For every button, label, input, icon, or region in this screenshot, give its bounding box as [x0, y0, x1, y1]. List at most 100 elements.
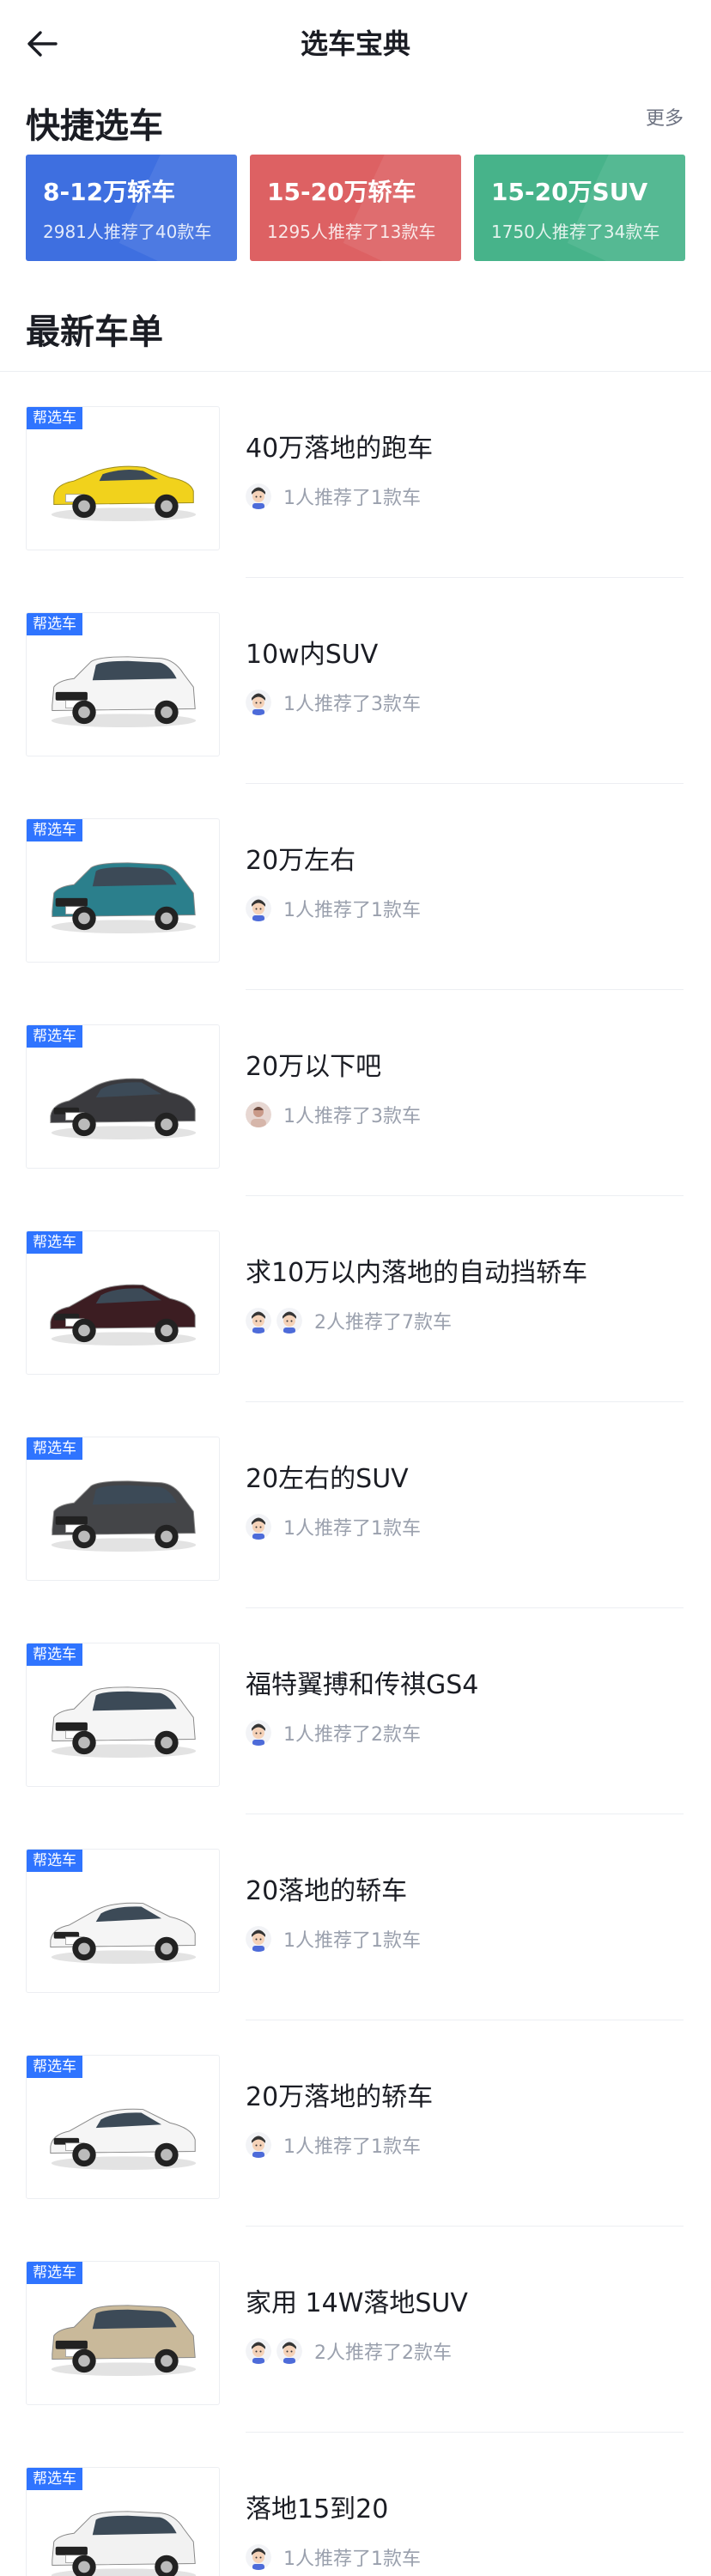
recommend-meta: 1人推荐了3款车 — [246, 1102, 421, 1127]
car-list-item[interactable]: 帮选车 20落地的轿车 1人推荐了1款车 — [0, 1814, 711, 2020]
recommend-meta: 1人推荐了3款车 — [246, 690, 421, 715]
user-avatar — [246, 1720, 271, 1746]
car-list-item[interactable]: 帮选车 10w内SUV 1人推荐了3款车 — [0, 578, 711, 784]
car-list-item[interactable]: 帮选车 求10万以内落地的自动挡轿车 2人推荐了7款车 — [0, 1196, 711, 1402]
recommend-meta: 2人推荐了2款车 — [246, 2338, 452, 2364]
recommend-count: 2人推荐了2款车 — [314, 2342, 452, 2364]
avatar-group — [246, 690, 276, 715]
recommend-meta: 1人推荐了1款车 — [246, 896, 421, 921]
quick-card-subtitle: 2981人推荐了40款车 — [43, 222, 212, 242]
recommend-meta: 1人推荐了1款车 — [246, 1514, 421, 1540]
recommend-count: 1人推荐了1款车 — [283, 1930, 421, 1952]
quick-select-title: 快捷选车 — [26, 106, 163, 146]
quick-card-title: 15-20万SUV — [491, 178, 648, 206]
help-pick-tag: 帮选车 — [27, 2262, 82, 2284]
car-image — [44, 436, 204, 531]
recommend-count: 2人推荐了7款车 — [314, 1312, 452, 1334]
car-list-title: 10w内SUV — [246, 640, 379, 670]
avatar-group — [246, 1926, 276, 1952]
car-list-title: 落地15到20 — [246, 2494, 389, 2524]
avatar-group — [246, 2132, 276, 2158]
recommend-meta: 1人推荐了1款车 — [246, 2544, 421, 2570]
car-image — [44, 2085, 204, 2179]
car-image — [44, 1673, 204, 1767]
car-thumbnail: 帮选车 — [26, 1230, 220, 1375]
recommend-count: 1人推荐了3款车 — [283, 694, 421, 715]
car-list-title: 20万以下吧 — [246, 1052, 382, 1082]
user-avatar — [246, 2132, 271, 2158]
recommend-meta: 1人推荐了1款车 — [246, 483, 421, 509]
car-thumbnail: 帮选车 — [26, 612, 220, 756]
help-pick-tag: 帮选车 — [27, 407, 82, 429]
avatar-group — [246, 1514, 276, 1540]
user-avatar — [246, 1514, 271, 1540]
more-link[interactable]: 更多 — [646, 103, 684, 131]
recommend-meta: 1人推荐了2款车 — [246, 1720, 421, 1746]
recommend-meta: 1人推荐了1款车 — [246, 2132, 421, 2158]
car-image — [44, 1467, 204, 1561]
avatar-group — [246, 1308, 307, 1334]
help-pick-tag: 帮选车 — [27, 1643, 82, 1666]
car-list: 帮选车 40万落地的跑车 1人推荐了1款车 帮选车 10w内SUV 1人推荐了3款车 帮选车… — [0, 372, 711, 2576]
car-list-title: 福特翼搏和传祺GS4 — [246, 1670, 479, 1700]
car-thumbnail: 帮选车 — [26, 1849, 220, 1993]
quick-cards: 8-12万轿车 2981人推荐了40款车 15-20万轿车 1295人推荐了13款车 1… — [26, 155, 685, 261]
quick-card[interactable]: 8-12万轿车 2981人推荐了40款车 — [26, 155, 237, 261]
car-list-item[interactable]: 帮选车家用 14W落地SUV 2人推荐了2款车 — [0, 2227, 711, 2433]
car-thumbnail: 帮选车 — [26, 2467, 220, 2576]
quick-card-title: 8-12万轿车 — [43, 178, 176, 206]
user-avatar — [246, 2338, 271, 2364]
latest-list-title: 最新车单 — [26, 313, 163, 352]
car-list-item[interactable]: 帮选车福特翼搏和传祺GS4 1人推荐了2款车 — [0, 1608, 711, 1814]
user-avatar — [246, 896, 271, 921]
recommend-count: 1人推荐了1款车 — [283, 2136, 421, 2158]
avatar-group — [246, 896, 276, 921]
car-list-item[interactable]: 帮选车 20万落地的轿车 1人推荐了1款车 — [0, 2020, 711, 2227]
car-list-title: 求10万以内落地的自动挡轿车 — [246, 1258, 588, 1288]
car-thumbnail: 帮选车 — [26, 406, 220, 550]
help-pick-tag: 帮选车 — [27, 2056, 82, 2078]
quick-card[interactable]: 15-20万轿车 1295人推荐了13款车 — [250, 155, 461, 261]
recommend-count: 1人推荐了1款车 — [283, 2549, 421, 2570]
car-thumbnail: 帮选车 — [26, 2261, 220, 2405]
car-image — [44, 2497, 204, 2576]
recommend-meta: 2人推荐了7款车 — [246, 1308, 452, 1334]
car-image — [44, 1054, 204, 1149]
car-list-title: 20万落地的轿车 — [246, 2082, 434, 2112]
car-thumbnail: 帮选车 — [26, 1643, 220, 1787]
car-list-title: 20左右的SUV — [246, 1464, 409, 1494]
user-avatar — [246, 690, 271, 715]
car-list-title: 家用 14W落地SUV — [246, 2288, 468, 2318]
user-avatar — [246, 2544, 271, 2570]
car-list-item[interactable]: 帮选车 20万左右 1人推荐了1款车 — [0, 784, 711, 990]
car-image — [44, 1879, 204, 1973]
car-image — [44, 848, 204, 943]
recommend-count: 1人推荐了2款车 — [283, 1724, 421, 1746]
quick-card[interactable]: 15-20万SUV 1750人推荐了34款车 — [474, 155, 685, 261]
avatar-group — [246, 1102, 276, 1127]
user-avatar — [276, 1308, 302, 1334]
user-avatar — [246, 1102, 271, 1127]
car-thumbnail: 帮选车 — [26, 1437, 220, 1581]
car-list-item[interactable]: 帮选车落地15到20 1人推荐了1款车 — [0, 2433, 711, 2576]
avatar-group — [246, 2544, 276, 2570]
avatar-group — [246, 1720, 276, 1746]
car-thumbnail: 帮选车 — [26, 2055, 220, 2199]
user-avatar — [246, 1926, 271, 1952]
car-image — [44, 642, 204, 737]
car-list-item[interactable]: 帮选车 40万落地的跑车 1人推荐了1款车 — [0, 372, 711, 578]
avatar-group — [246, 2338, 307, 2364]
help-pick-tag: 帮选车 — [27, 2468, 82, 2490]
car-list-item[interactable]: 帮选车 20万以下吧 1人推荐了3款车 — [0, 990, 711, 1196]
user-avatar — [246, 1308, 271, 1334]
user-avatar — [276, 2338, 302, 2364]
help-pick-tag: 帮选车 — [27, 1025, 82, 1048]
recommend-meta: 1人推荐了1款车 — [246, 1926, 421, 1952]
quick-card-title: 15-20万轿车 — [267, 178, 416, 206]
quick-card-subtitle: 1750人推荐了34款车 — [491, 222, 660, 242]
car-thumbnail: 帮选车 — [26, 1024, 220, 1169]
car-list-item[interactable]: 帮选车 20左右的SUV 1人推荐了1款车 — [0, 1402, 711, 1608]
car-image — [44, 2291, 204, 2385]
recommend-count: 1人推荐了1款车 — [283, 1518, 421, 1540]
help-pick-tag: 帮选车 — [27, 1437, 82, 1460]
